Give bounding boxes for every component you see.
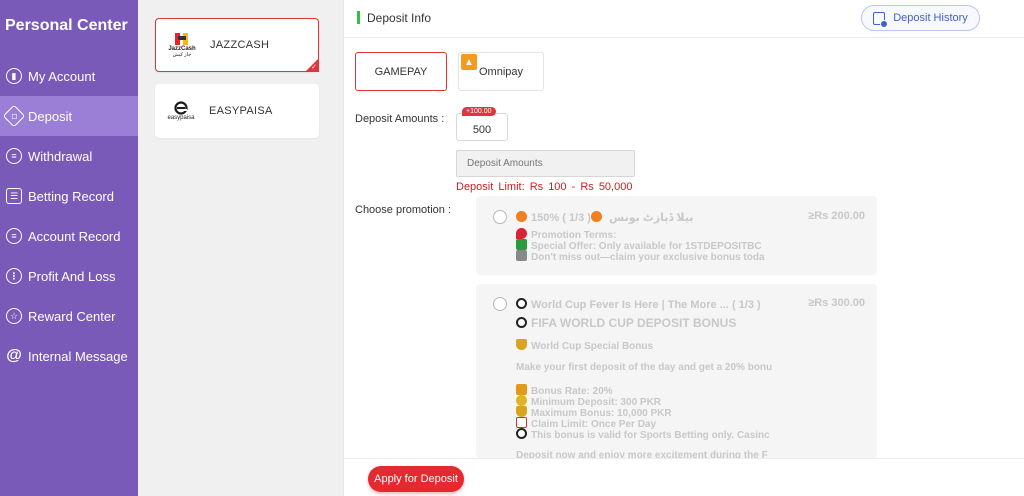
promotion-line: Make your first deposit of the day and g… [516,362,773,373]
sidebar-title: Personal Center [5,17,128,34]
sidebar-item-my-account[interactable]: ▮ My Account [0,56,138,96]
trophy-icon [516,339,527,350]
promotion-card[interactable]: World Cup Fever Is Here | The More ... (… [476,284,877,458]
promotion-card[interactable]: 150% بیلا ڈپازٹ بونس ( 1/3 ) ≥Rs 200.00 … [476,196,877,275]
promotion-line: This bonus is valid for Sports Betting o… [516,428,786,441]
promotion-min-amount: ≥Rs 200.00 [808,210,865,222]
deposit-history-label: Deposit History [893,12,968,24]
method-label: Omnipay [478,65,524,78]
deposit-panel: Deposit Info Deposit History GAMEPAY ▲ O… [343,0,1024,496]
sidebar-item-label: Internal Message [28,348,128,364]
deposit-limit-text: Deposit Limit: Rs 100 - Rs 50,000 [456,181,633,193]
sidebar-item-reward-center[interactable]: ☆ Reward Center [0,296,138,336]
sidebar-item-label: Betting Record [28,188,114,204]
fire-icon [590,211,602,222]
channel-easypaisa[interactable]: easypaisa EASYPAISA [155,84,319,138]
promotion-min-amount: ≥Rs 300.00 [808,297,865,309]
pin-icon [516,228,527,239]
soccer-ball-icon [516,317,527,328]
apply-for-deposit-button[interactable]: Apply for Deposit [368,466,464,492]
check-icon [516,239,527,250]
promotion-line: World Cup Special Bonus [516,339,786,352]
check-icon: ✓ [311,64,317,71]
sidebar: Personal Center ▮ My Account ◇ Deposit ≡… [0,0,138,496]
list-icon: ≡ [6,228,22,244]
easypaisa-mark-icon [174,101,188,115]
panel-footer: Apply for Deposit [344,458,1024,496]
jazzcash-mark-icon [175,33,188,45]
promotion-title: 150% بیلا ڈپازٹ بونس ( 1/3 ) [516,211,693,224]
sidebar-item-account-record[interactable]: ≡ Account Record [0,216,138,256]
sidebar-item-deposit[interactable]: ◇ Deposit [0,96,138,136]
fire-icon [516,211,527,222]
sidebar-item-label: Account Record [28,228,121,244]
sidebar-item-label: Withdrawal [28,148,93,164]
star-icon: ☆ [6,308,22,324]
omnipay-icon: ▲ [461,54,477,70]
withdrawal-icon: ≡ [6,148,22,164]
promotion-heading: FIFA WORLD CUP DEPOSIT BONUS [516,316,736,330]
megaphone-icon [516,250,527,261]
sidebar-item-label: My Account [28,68,96,84]
channel-jazzcash[interactable]: JazzCash جاز کیش JAZZCASH ✓ [155,18,319,72]
trophy-icon [516,406,527,417]
channel-label: EASYPAISA [209,105,273,117]
promotion-line: Don't miss out—claim your exclusive bonu… [516,250,786,263]
deposit-amount-input[interactable] [456,150,635,177]
chart-icon: ⋮ [6,268,22,284]
deposit-icon: ◇ [2,104,26,128]
panel-header: Deposit Info Deposit History [344,0,1024,38]
method-gamepay[interactable]: GAMEPAY [355,52,447,91]
jazzcash-logo: JazzCash جاز کیش [164,27,200,63]
channel-label: JAZZCASH [210,39,270,51]
gift-icon [516,384,527,395]
sidebar-item-withdrawal[interactable]: ≡ Withdrawal [0,136,138,176]
method-label: GAMEPAY [374,65,428,78]
sidebar-item-betting-record[interactable]: ☰ Betting Record [0,176,138,216]
history-icon [873,11,889,28]
promotion-title: World Cup Fever Is Here | The More ... (… [516,298,761,311]
sidebar-item-internal-message[interactable]: @ Internal Message [0,336,138,376]
sidebar-item-label: Reward Center [28,308,116,324]
account-icon: ▮ [6,68,22,84]
promotion-radio[interactable] [493,210,507,224]
promotion-line: Deposit now and enjoy more excitement du… [516,450,768,458]
bonus-badge: +100.00 [462,107,496,116]
sidebar-item-profit-and-loss[interactable]: ⋮ Profit And Loss [0,256,138,296]
calendar-icon [516,417,527,428]
header-accent-bar [357,11,360,24]
choose-promotion-label: Choose promotion : [355,204,451,216]
soccer-ball-icon [516,298,527,309]
method-omnipay[interactable]: ▲ Omnipay [458,52,544,91]
page-title: Deposit Info [367,11,432,25]
sidebar-item-label: Profit And Loss [28,268,116,284]
soccer-ball-icon [516,428,527,439]
promotion-radio[interactable] [493,297,507,311]
clipboard-icon: ☰ [6,188,22,204]
deposit-amounts-label: Deposit Amounts : [355,113,445,125]
payment-channel-list: JazzCash جاز کیش JAZZCASH ✓ easypaisa EA… [138,0,343,496]
at-icon: @ [6,347,22,364]
deposit-history-button[interactable]: Deposit History [861,5,980,31]
easypaisa-logo: easypaisa [163,93,199,129]
sidebar-item-label: Deposit [28,108,73,124]
amount-option-500[interactable]: 500 [456,113,508,141]
coin-icon [516,395,527,406]
